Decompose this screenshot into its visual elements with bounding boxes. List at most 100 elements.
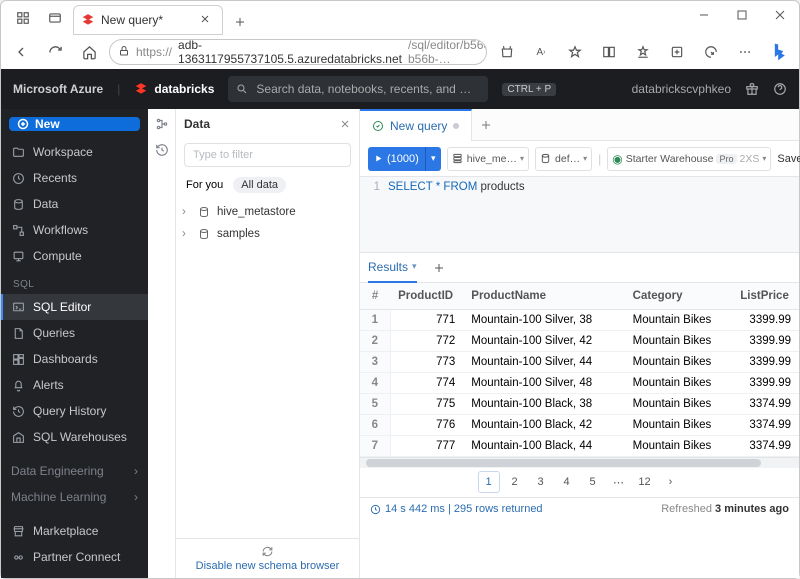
column-header[interactable]: ProductName bbox=[463, 283, 624, 309]
sidebar-item-partner-connect[interactable]: Partner Connect bbox=[1, 544, 148, 570]
cell-productname: Mountain-100 Silver, 44 bbox=[463, 351, 624, 372]
refresh-button[interactable] bbox=[41, 38, 69, 66]
cell-listprice: 3399.99 bbox=[732, 372, 799, 393]
column-header[interactable]: Category bbox=[625, 283, 733, 309]
partner-connect-icon bbox=[11, 550, 25, 564]
browser-titlebar: New query* bbox=[1, 1, 799, 35]
table-row[interactable]: 2772Mountain-100 Silver, 42Mountain Bike… bbox=[360, 330, 799, 351]
sidebar-item-workflows[interactable]: Workflows bbox=[1, 217, 148, 243]
tree-item-samples[interactable]: ›samples bbox=[182, 223, 353, 245]
read-aloud-icon[interactable]: A› bbox=[527, 38, 555, 66]
column-header[interactable]: # bbox=[360, 283, 390, 309]
cell-productname: Mountain-100 Silver, 48 bbox=[463, 372, 624, 393]
for-you-pill[interactable]: For you bbox=[186, 179, 223, 191]
add-editor-tab[interactable] bbox=[472, 119, 500, 131]
browser-tab[interactable]: New query* bbox=[73, 5, 223, 35]
more-icon[interactable] bbox=[731, 38, 759, 66]
code-area[interactable]: 1 SELECT * FROM products bbox=[360, 177, 799, 253]
workspace-selector[interactable]: databrickscvphkeo bbox=[632, 82, 731, 96]
table-row[interactable]: 3773Mountain-100 Silver, 44Mountain Bike… bbox=[360, 351, 799, 372]
schema-label: def… bbox=[555, 153, 580, 165]
split-icon[interactable] bbox=[595, 38, 623, 66]
gift-icon[interactable] bbox=[745, 82, 759, 96]
sidebar-item-label: Workflows bbox=[33, 223, 88, 237]
run-limit-label: (1000) bbox=[387, 153, 419, 165]
tab-actions-icon[interactable] bbox=[41, 1, 69, 35]
new-tab-button[interactable] bbox=[227, 9, 253, 35]
schema-selector[interactable]: def…▾ bbox=[535, 147, 592, 171]
shop-icon[interactable] bbox=[493, 38, 521, 66]
schema-tree-icon[interactable] bbox=[155, 117, 169, 131]
window-close-button[interactable] bbox=[761, 1, 799, 29]
page-⋯[interactable]: ⋯ bbox=[608, 471, 630, 493]
refresh-schema-icon[interactable] bbox=[261, 545, 274, 558]
warehouse-selector[interactable]: ◉ Starter Warehouse Pro 2XS ▾ bbox=[607, 147, 771, 171]
tree-item-hive_metastore[interactable]: ›hive_metastore bbox=[182, 201, 353, 223]
column-header[interactable]: ListPrice bbox=[732, 283, 799, 309]
sidebar-item-sql-editor[interactable]: SQL Editor bbox=[1, 294, 148, 320]
sidebar-item-label: Workspace bbox=[33, 145, 93, 159]
table-row[interactable]: 7777Mountain-100 Black, 44Mountain Bikes… bbox=[360, 435, 799, 456]
close-panel-icon[interactable] bbox=[339, 118, 351, 130]
extensions-icon[interactable] bbox=[697, 38, 725, 66]
databricks-brand[interactable]: databricks bbox=[134, 82, 214, 96]
page-1[interactable]: 1 bbox=[478, 471, 500, 493]
save-button[interactable]: Save* bbox=[777, 153, 800, 165]
sidebar-group-machine-learning[interactable]: Machine Learning bbox=[1, 484, 148, 510]
results-tab[interactable]: Results ▾ bbox=[368, 253, 417, 283]
global-search[interactable]: Search data, notebooks, recents, and mor… bbox=[228, 76, 488, 102]
page-2[interactable]: 2 bbox=[504, 471, 526, 493]
horizontal-scrollbar[interactable] bbox=[360, 457, 799, 467]
schema-filter-input[interactable]: Type to filter bbox=[184, 143, 351, 167]
sidebar-item-recents[interactable]: Recents bbox=[1, 165, 148, 191]
page-12[interactable]: 12 bbox=[634, 471, 656, 493]
history-rail-icon[interactable] bbox=[155, 143, 169, 157]
address-bar[interactable]: https://adb-1363117955737105.5.azuredata… bbox=[109, 39, 487, 65]
sql-editor: New query (1000) ▾ hi bbox=[360, 109, 799, 578]
all-data-pill[interactable]: All data bbox=[233, 177, 286, 193]
sidebar-item-data[interactable]: Data bbox=[1, 191, 148, 217]
window-maximize-button[interactable] bbox=[723, 1, 761, 29]
workspaces-icon[interactable] bbox=[9, 1, 37, 35]
page-5[interactable]: 5 bbox=[582, 471, 604, 493]
table-row[interactable]: 1771Mountain-100 Silver, 38Mountain Bike… bbox=[360, 309, 799, 330]
help-icon[interactable] bbox=[773, 82, 787, 96]
sidebar-item-disable-new-ui[interactable]: Disable new UI bbox=[1, 574, 148, 578]
run-button[interactable]: (1000) ▾ bbox=[368, 147, 441, 171]
table-row[interactable]: 5775Mountain-100 Black, 38Mountain Bikes… bbox=[360, 393, 799, 414]
collections-icon[interactable] bbox=[663, 38, 691, 66]
table-row[interactable]: 6776Mountain-100 Black, 42Mountain Bikes… bbox=[360, 414, 799, 435]
cell-productid: 774 bbox=[390, 372, 463, 393]
sidebar-item-workspace[interactable]: Workspace bbox=[1, 139, 148, 165]
sidebar-item-alerts[interactable]: Alerts bbox=[1, 372, 148, 398]
add-visualization[interactable] bbox=[433, 262, 445, 274]
window-minimize-button[interactable] bbox=[685, 1, 723, 29]
close-icon[interactable] bbox=[199, 13, 213, 27]
sidebar-item-sql-warehouses[interactable]: SQL Warehouses bbox=[1, 424, 148, 450]
table-row[interactable]: 4774Mountain-100 Silver, 48Mountain Bike… bbox=[360, 372, 799, 393]
sidebar-item-dashboards[interactable]: Dashboards bbox=[1, 346, 148, 372]
catalog-selector[interactable]: hive_me…▾ bbox=[447, 147, 529, 171]
page-3[interactable]: 3 bbox=[530, 471, 552, 493]
sidebar-group-label: Data Engineering bbox=[11, 464, 104, 478]
editor-tab[interactable]: New query bbox=[360, 109, 472, 141]
bing-chat-icon[interactable] bbox=[765, 38, 793, 66]
favorites-bar-icon[interactable] bbox=[629, 38, 657, 66]
favorite-icon[interactable] bbox=[561, 38, 589, 66]
sidebar-item-query-history[interactable]: Query History bbox=[1, 398, 148, 424]
back-button[interactable] bbox=[7, 38, 35, 66]
sidebar-item-marketplace[interactable]: Marketplace bbox=[1, 518, 148, 544]
column-header[interactable]: ProductID bbox=[390, 283, 463, 309]
new-button[interactable]: New bbox=[9, 117, 140, 131]
page-next[interactable]: › bbox=[660, 471, 682, 493]
sidebar-item-compute[interactable]: Compute bbox=[1, 243, 148, 269]
disable-schema-browser-link[interactable]: Disable new schema browser bbox=[196, 560, 340, 572]
sidebar-item-queries[interactable]: Queries bbox=[1, 320, 148, 346]
chevron-down-icon[interactable]: ▾ bbox=[412, 261, 417, 272]
url-host: adb-1363117955737105.5.azuredatabricks.n… bbox=[178, 39, 402, 65]
sidebar-group-data-engineering[interactable]: Data Engineering bbox=[1, 458, 148, 484]
browser-tab-title: New query* bbox=[101, 13, 163, 27]
page-4[interactable]: 4 bbox=[556, 471, 578, 493]
home-button[interactable] bbox=[75, 38, 103, 66]
run-dropdown[interactable]: ▾ bbox=[425, 147, 441, 171]
